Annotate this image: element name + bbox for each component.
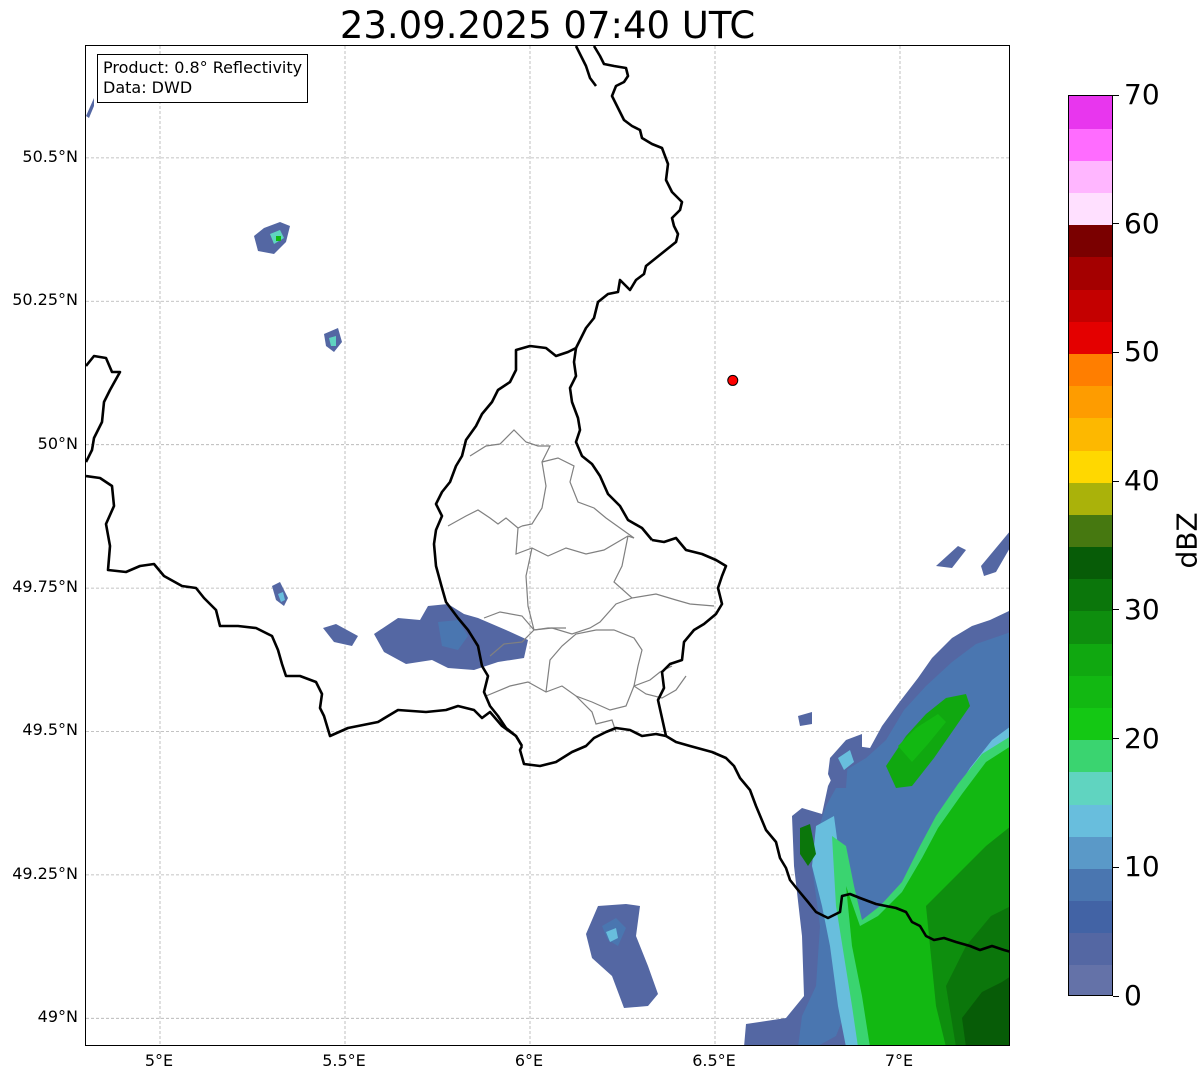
colorbar-segment: [1069, 160, 1112, 194]
colorbar-tick-label: 60: [1124, 206, 1160, 240]
colorbar-tick-label: 50: [1124, 335, 1160, 369]
colorbar-segment: [1069, 482, 1112, 515]
lat-tick-label: 49.5°N: [22, 720, 78, 740]
map-canvas: [86, 46, 1009, 1045]
border-belgium-luxembourg: [432, 344, 577, 747]
colorbar-segment: [1069, 321, 1112, 355]
colorbar-tick-label: 70: [1124, 78, 1160, 111]
colorbar-tick: [1113, 351, 1119, 353]
colorbar-tick: [1113, 94, 1119, 96]
colorbar-tick: [1113, 995, 1119, 997]
lat-tick-label: 50.25°N: [12, 290, 78, 310]
colorbar-segment: [1069, 128, 1112, 161]
border-belgium-germany: [568, 347, 653, 541]
colorbar-segment: [1069, 803, 1112, 837]
radar-site-marker: [727, 374, 739, 386]
product-label: Product: 0.8° Reflectivity: [103, 58, 303, 77]
colorbar-segment: [1069, 224, 1112, 258]
colorbar-segment: [1069, 771, 1112, 805]
colorbar-segment: [1069, 643, 1112, 676]
colorbar-segment: [1069, 449, 1112, 483]
colorbar-segment: [1069, 192, 1112, 226]
colorbar-tick: [1113, 480, 1119, 482]
luxembourg-canton-boundaries: [447, 429, 715, 733]
colorbar: [1068, 95, 1113, 996]
lat-tick-label: 49.25°N: [12, 863, 78, 883]
colorbar-segment: [1069, 514, 1112, 548]
lon-tick-label: 5°E: [144, 1051, 174, 1070]
colorbar-unit-label: dBZ: [1170, 512, 1202, 569]
border-belgium-north: [86, 354, 122, 463]
echo-cell: [981, 532, 1009, 576]
colorbar-segment: [1069, 96, 1112, 129]
border-germany-north-part: [574, 46, 598, 87]
echo-core: [276, 236, 281, 241]
echo-cell: [586, 904, 658, 1008]
colorbar-segment: [1069, 675, 1112, 708]
border-germany-north: [574, 46, 684, 349]
colorbar-segment: [1069, 707, 1112, 741]
radar-map: [85, 45, 1010, 1046]
colorbar-segment: [1069, 353, 1112, 387]
colorbar-segment: [1069, 964, 1112, 995]
lat-tick-label: 50°N: [37, 433, 78, 453]
colorbar-tick: [1113, 866, 1119, 868]
lon-tick-label: 5.5°E: [322, 1051, 366, 1070]
colorbar-tick-label: 10: [1124, 850, 1160, 884]
colorbar-segment: [1069, 578, 1112, 612]
colorbar-segment: [1069, 256, 1112, 290]
lon-tick-label: 7°E: [884, 1051, 914, 1070]
colorbar-segment: [1069, 546, 1112, 580]
colorbar-segment: [1069, 289, 1112, 322]
echo-cell: [936, 546, 966, 568]
echo-band: [323, 624, 358, 646]
border-luxembourg-france: [518, 726, 667, 768]
colorbar-tick-label: 30: [1124, 592, 1160, 626]
colorbar-segment: [1069, 932, 1112, 966]
lat-tick-label: 49°N: [37, 1007, 78, 1027]
colorbar-segment: [1069, 385, 1112, 419]
lat-tick-label: 49.75°N: [12, 577, 78, 597]
colorbar-segment: [1069, 610, 1112, 644]
echo-cell: [798, 712, 812, 726]
colorbar-segment: [1069, 739, 1112, 773]
colorbar-segment: [1069, 900, 1112, 934]
colorbar-tick-label: 0: [1124, 979, 1142, 1012]
lon-tick-label: 6°E: [514, 1051, 544, 1070]
colorbar-tick: [1113, 609, 1119, 611]
colorbar-segment: [1069, 417, 1112, 451]
echo-cell: [86, 98, 94, 118]
colorbar-segment: [1069, 868, 1112, 902]
colorbar-tick: [1113, 223, 1119, 225]
product-info-box: Product: 0.8° Reflectivity Data: DWD: [97, 54, 309, 103]
map-title: 23.09.2025 07:40 UTC: [339, 4, 756, 47]
colorbar-segment: [1069, 836, 1112, 869]
colorbar-tick-label: 20: [1124, 721, 1160, 755]
radar-echoes: [86, 98, 1009, 1045]
colorbar-tick: [1113, 738, 1119, 740]
colorbar-tick-label: 40: [1124, 464, 1160, 498]
lat-tick-label: 50.5°N: [22, 146, 78, 166]
lon-tick-label: 6.5°E: [692, 1051, 736, 1070]
data-source-label: Data: DWD: [103, 78, 193, 97]
